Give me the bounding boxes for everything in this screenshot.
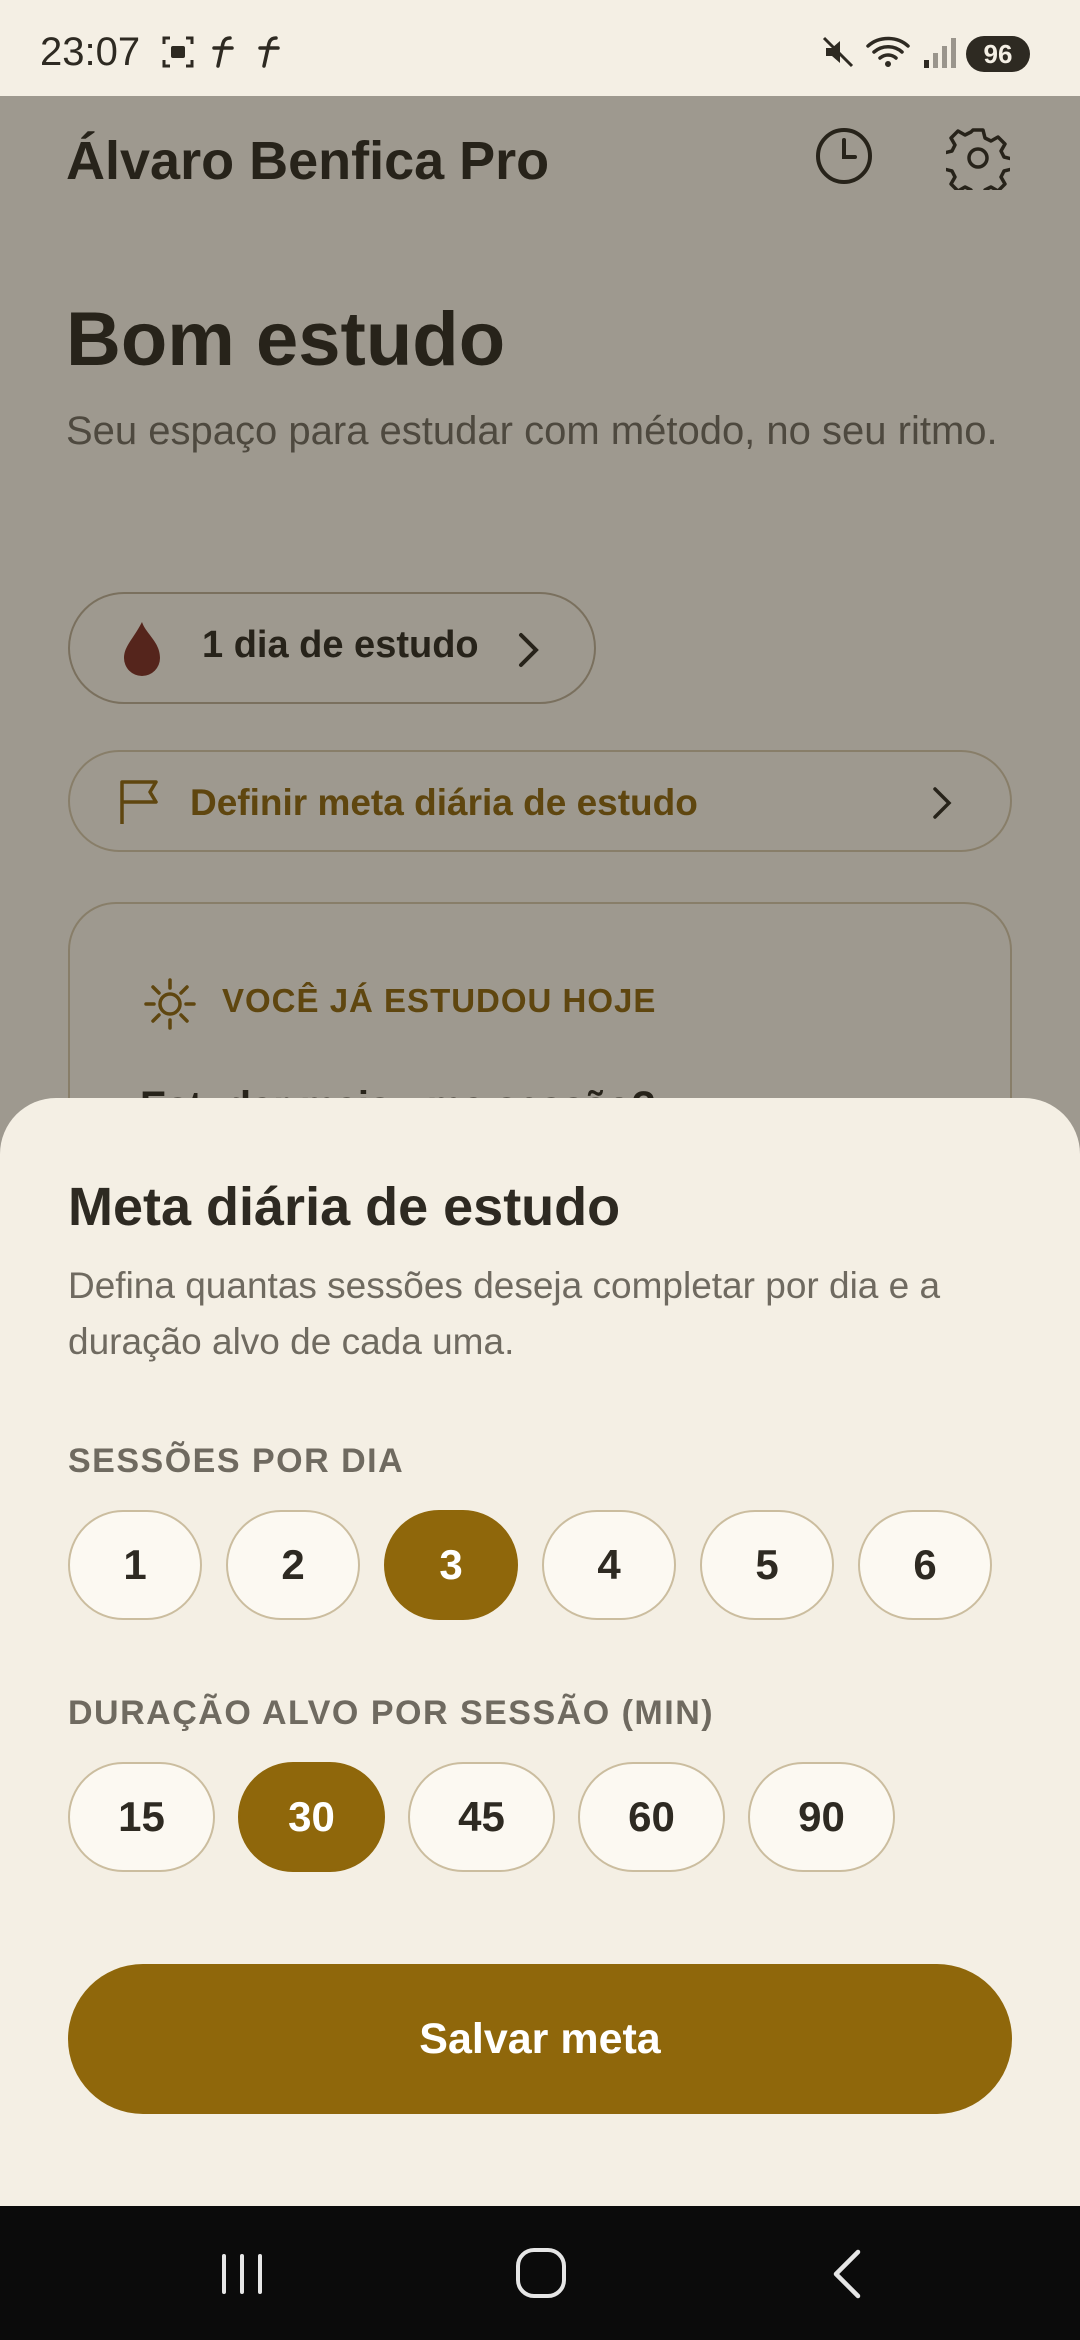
sessions-per-day-label: SESSÕES POR DIA xyxy=(68,1442,405,1480)
session-chip-1[interactable]: 1 xyxy=(68,1510,202,1620)
session-chip-4[interactable]: 4 xyxy=(542,1510,676,1620)
system-nav-bar xyxy=(0,2206,1080,2340)
duration-per-session-label: DURAÇÃO ALVO POR SESSÃO (MIN) xyxy=(68,1694,715,1732)
mute-icon xyxy=(822,36,854,68)
session-chip-3[interactable]: 3 xyxy=(384,1510,518,1620)
recent-apps-icon[interactable] xyxy=(218,2246,266,2302)
duration-chip-45[interactable]: 45 xyxy=(408,1762,555,1872)
status-bar: 23:07 96 xyxy=(0,0,1080,96)
daily-goal-sheet: Meta diária de estudo Defina quantas ses… xyxy=(0,1098,1080,2206)
signal-icon xyxy=(924,38,956,68)
session-chip-2[interactable]: 2 xyxy=(226,1510,360,1620)
status-time: 23:07 xyxy=(40,30,141,74)
duration-chip-group: 15 30 45 60 90 xyxy=(68,1762,918,1872)
duration-chip-15[interactable]: 15 xyxy=(68,1762,215,1872)
duration-chip-60[interactable]: 60 xyxy=(578,1762,725,1872)
home-icon[interactable] xyxy=(512,2246,572,2302)
duration-chip-30[interactable]: 30 xyxy=(238,1762,385,1872)
session-chip-6[interactable]: 6 xyxy=(858,1510,992,1620)
battery-indicator: 96 xyxy=(966,36,1030,72)
wifi-icon xyxy=(866,36,910,67)
fbox-icon xyxy=(258,36,280,68)
screenshot-icon xyxy=(162,36,194,68)
save-goal-button[interactable]: Salvar meta xyxy=(68,1964,1012,2114)
sessions-chip-group: 1 2 3 4 5 6 xyxy=(68,1510,1016,1620)
duration-chip-90[interactable]: 90 xyxy=(748,1762,895,1872)
sheet-description: Defina quantas sessões deseja completar … xyxy=(68,1265,941,1362)
sheet-title: Meta diária de estudo xyxy=(68,1177,621,1237)
fbox-icon xyxy=(212,36,234,68)
back-icon[interactable] xyxy=(826,2246,866,2302)
session-chip-5[interactable]: 5 xyxy=(700,1510,834,1620)
